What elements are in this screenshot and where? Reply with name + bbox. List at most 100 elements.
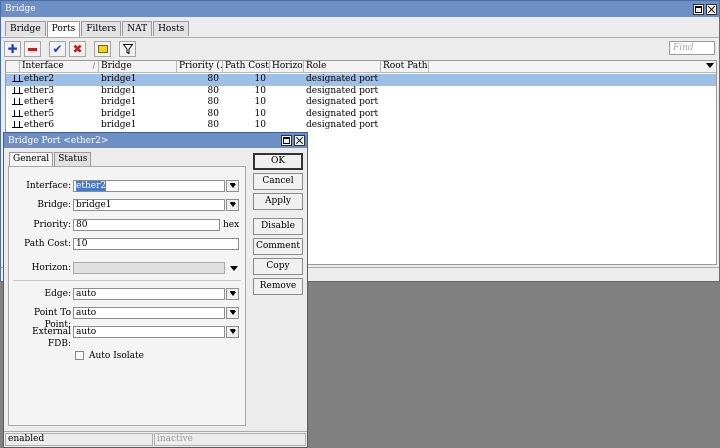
cell-path-cost: 10 xyxy=(254,74,266,84)
interface-label: Interface: xyxy=(26,181,71,191)
cell-interface: ether4 xyxy=(10,97,99,109)
edge-select[interactable]: auto xyxy=(73,288,225,300)
tab-ports[interactable]: Ports xyxy=(46,21,81,37)
column-header-bridge[interactable]: Bridge xyxy=(99,61,177,73)
cell-root-path xyxy=(381,120,429,132)
toolbar: ✚ ✔ ✖ Find xyxy=(1,37,719,59)
bridge-select[interactable]: bridge1 xyxy=(73,199,225,211)
dialog-titlebar[interactable]: Bridge Port <ether2> xyxy=(4,133,307,148)
dialog-close-icon[interactable] xyxy=(294,135,305,146)
interface-port-icon xyxy=(12,121,23,128)
close-icon[interactable] xyxy=(706,3,717,15)
cell-role: designated port xyxy=(306,85,379,96)
cell-priority: 80 xyxy=(207,74,219,84)
interface-port-icon xyxy=(12,109,23,117)
table-row[interactable]: ether3 bridge1 80 10 designated port xyxy=(6,86,716,98)
cell-bridge: bridge1 xyxy=(101,85,137,96)
path-cost-input[interactable]: 10 xyxy=(73,238,239,250)
bridge-titlebar[interactable]: Bridge xyxy=(1,1,719,17)
cell-bridge: bridge1 xyxy=(101,97,137,107)
priority-input[interactable]: 80 xyxy=(73,219,220,231)
interface-select[interactable]: ether2 xyxy=(73,180,225,192)
remove-button[interactable] xyxy=(24,41,41,57)
remove-button[interactable]: Remove xyxy=(253,278,303,295)
column-header-horizon[interactable]: Horizon xyxy=(270,61,304,73)
cell-path-cost: 10 xyxy=(254,97,266,107)
column-header-role[interactable]: Role xyxy=(304,61,381,73)
cell-path-cost: 10 xyxy=(254,120,266,130)
auto-isolate-checkbox[interactable] xyxy=(75,351,84,360)
cell-role: designated port xyxy=(306,74,379,84)
column-header-flags[interactable] xyxy=(6,61,20,73)
cell-horizon xyxy=(270,120,304,132)
cell-bridge: bridge1 xyxy=(101,74,137,84)
tab-status[interactable]: Status xyxy=(54,152,92,166)
external-fdb-dropdown-icon[interactable] xyxy=(226,326,239,338)
dialog-statusbar: enabled inactive xyxy=(4,431,307,447)
cell-interface: ether6 xyxy=(10,120,99,132)
table-row[interactable]: ether2 bridge1 80 10 designated port xyxy=(6,74,716,86)
columns-dropdown-icon[interactable] xyxy=(706,63,714,68)
funnel-icon xyxy=(122,44,133,54)
bridge-label: Bridge: xyxy=(37,200,71,210)
point-to-point-dropdown-icon[interactable] xyxy=(226,307,239,319)
table-header: Interface / Bridge Priority (... Path Co… xyxy=(6,61,716,73)
table-row[interactable]: ether4 bridge1 80 10 designated port xyxy=(6,97,716,109)
disable-button[interactable]: Disable xyxy=(253,218,303,235)
find-input[interactable]: Find xyxy=(669,41,715,55)
tab-bridge[interactable]: Bridge xyxy=(5,21,46,36)
tab-filters[interactable]: Filters xyxy=(81,21,122,36)
tab-general[interactable]: General xyxy=(9,152,54,166)
table-row[interactable]: ether5 bridge1 80 10 designated port xyxy=(6,109,716,121)
cell-interface: ether3 xyxy=(10,86,99,98)
table-row[interactable]: ether6 bridge1 80 10 designated port xyxy=(6,120,716,132)
cell-role: designated port xyxy=(306,120,379,130)
bridge-tabs: Bridge Ports Filters NAT Hosts xyxy=(5,21,190,37)
copy-button[interactable]: Copy xyxy=(253,258,303,275)
dialog-maximize-icon[interactable] xyxy=(281,135,292,146)
cancel-button[interactable]: Cancel xyxy=(253,173,303,190)
apply-button[interactable]: Apply xyxy=(253,193,303,210)
disable-button[interactable]: ✖ xyxy=(69,41,86,57)
cell-root-path xyxy=(381,97,429,109)
horizon-expand-icon[interactable] xyxy=(230,266,238,271)
maximize-icon[interactable] xyxy=(693,3,704,15)
auto-isolate-label: Auto Isolate xyxy=(89,351,144,361)
enable-button[interactable]: ✔ xyxy=(49,41,66,57)
cell-path-cost: 10 xyxy=(254,85,266,96)
column-header-filler xyxy=(429,61,718,73)
external-fdb-select[interactable]: auto xyxy=(73,326,225,338)
bridge-dropdown-icon[interactable] xyxy=(226,199,239,211)
priority-unit: hex xyxy=(223,220,240,230)
column-header-priority[interactable]: Priority (... xyxy=(177,61,223,73)
cell-bridge: bridge1 xyxy=(101,108,137,119)
cell-bridge: bridge1 xyxy=(101,120,137,130)
enabled-status: enabled xyxy=(5,433,153,446)
cell-horizon xyxy=(270,97,304,109)
add-button[interactable]: ✚ xyxy=(4,41,21,57)
x-icon: ✖ xyxy=(72,42,83,56)
cell-path-cost: 10 xyxy=(254,108,266,119)
tab-hosts[interactable]: Hosts xyxy=(153,21,190,36)
cell-interface: ether2 xyxy=(10,74,99,86)
comment-button[interactable]: Comment xyxy=(253,238,303,255)
interface-dropdown-icon[interactable] xyxy=(226,180,239,192)
cell-priority: 80 xyxy=(207,120,219,130)
point-to-point-select[interactable]: auto xyxy=(73,307,225,319)
edge-dropdown-icon[interactable] xyxy=(226,288,239,300)
ok-button[interactable]: OK xyxy=(253,153,303,170)
cell-priority: 80 xyxy=(207,97,219,107)
column-header-root-path-cost[interactable]: Root Path... xyxy=(381,61,429,73)
path-cost-label: Path Cost: xyxy=(24,239,71,249)
column-header-interface[interactable]: Interface / xyxy=(20,61,99,73)
sort-icon: / xyxy=(92,62,95,70)
minus-icon xyxy=(28,47,37,51)
tab-nat[interactable]: NAT xyxy=(122,21,153,36)
column-header-path-cost[interactable]: Path Cost xyxy=(223,61,270,73)
cell-root-path xyxy=(381,109,429,121)
filter-button[interactable] xyxy=(119,41,136,57)
dialog-title: Bridge Port <ether2> xyxy=(8,135,109,146)
horizon-input[interactable] xyxy=(73,262,225,274)
comment-button[interactable] xyxy=(94,41,111,57)
bridge-port-dialog: Bridge Port <ether2> General Status Inte… xyxy=(3,132,308,448)
